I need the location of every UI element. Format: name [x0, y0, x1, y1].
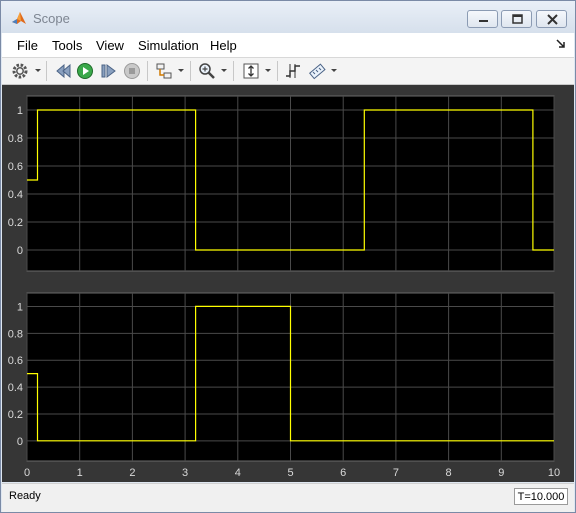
autoscale-dropdown-icon[interactable]: [265, 69, 271, 72]
separator: [190, 61, 191, 81]
simulation-time: T=10.000: [514, 488, 568, 505]
stop-icon[interactable]: [123, 62, 141, 80]
cursor-measurements-icon[interactable]: [284, 62, 302, 80]
status-bar: Ready T=10.000: [2, 483, 574, 512]
separator: [233, 61, 234, 81]
separator: [147, 61, 148, 81]
x-tick-label: 4: [235, 467, 241, 479]
plot-area: 0 0.2 0.4 0.6 0.8 1 0 0.2 0.4 0.6 0.8 1 0 1 2 3 4 5 6 7 8 9 10: [2, 85, 574, 482]
y-tick-label: 0.6: [8, 161, 23, 173]
menu-tools[interactable]: Tools: [52, 38, 82, 53]
y-tick-label: 0.6: [8, 355, 23, 367]
dock-arrow-icon[interactable]: [555, 38, 567, 50]
menu-bar: File Tools View Simulation Help: [2, 33, 574, 58]
menu-simulation[interactable]: Simulation: [138, 38, 199, 53]
y-tick-label: 0.4: [8, 382, 23, 394]
block-highlight-icon[interactable]: [155, 62, 173, 80]
x-tick-label: 5: [287, 467, 293, 479]
x-tick-label: 0: [24, 467, 30, 479]
separator: [46, 61, 47, 81]
toolbar: [2, 58, 574, 85]
scope-plots[interactable]: 00.20.40.60.8100.20.40.60.810 1 2 3 4 5 6 7 8 9 10: [2, 85, 574, 482]
x-tick-label: 10: [548, 467, 560, 479]
scope-window: Scope File Tools View Simulation Help 0 …: [0, 0, 576, 513]
autoscale-icon[interactable]: [242, 62, 260, 80]
close-button[interactable]: [536, 10, 567, 28]
highlight-dropdown-icon[interactable]: [178, 69, 184, 72]
x-tick-label: 3: [182, 467, 188, 479]
zoom-icon[interactable]: [198, 62, 216, 80]
y-tick-label: 1: [17, 301, 23, 313]
menu-help[interactable]: Help: [210, 38, 237, 53]
y-tick-label: 0: [17, 245, 23, 257]
gear-dropdown-icon[interactable]: [35, 69, 41, 72]
step-back-icon[interactable]: [54, 62, 72, 80]
y-tick-label: 0.8: [8, 133, 23, 145]
window-title: Scope: [33, 11, 70, 26]
x-tick-label: 1: [77, 467, 83, 479]
gear-icon[interactable]: [11, 62, 29, 80]
y-tick-label: 0.2: [8, 409, 23, 421]
x-tick-label: 7: [393, 467, 399, 479]
run-icon[interactable]: [76, 62, 94, 80]
close-icon: [547, 14, 558, 25]
menu-view[interactable]: View: [96, 38, 124, 53]
step-forward-icon[interactable]: [100, 62, 118, 80]
y-tick-label: 0.8: [8, 328, 23, 340]
y-tick-label: 0.2: [8, 217, 23, 229]
y-tick-label: 0: [17, 436, 23, 448]
maximize-button[interactable]: [501, 10, 532, 28]
signal-statistics-icon[interactable]: [308, 62, 326, 80]
y-tick-label: 1: [17, 105, 23, 117]
minimize-icon: [479, 20, 488, 22]
y-tick-label: 0.4: [8, 189, 23, 201]
maximize-icon: [512, 14, 523, 24]
minimize-button[interactable]: [467, 10, 498, 28]
measurements-dropdown-icon[interactable]: [331, 69, 337, 72]
zoom-dropdown-icon[interactable]: [221, 69, 227, 72]
separator: [277, 61, 278, 81]
x-tick-label: 2: [129, 467, 135, 479]
status-text: Ready: [9, 490, 41, 502]
menu-file[interactable]: File: [17, 38, 38, 53]
title-bar[interactable]: Scope: [1, 1, 575, 33]
matlab-icon: [12, 12, 26, 24]
x-tick-label: 6: [340, 467, 346, 479]
x-tick-label: 9: [498, 467, 504, 479]
x-tick-label: 8: [446, 467, 452, 479]
